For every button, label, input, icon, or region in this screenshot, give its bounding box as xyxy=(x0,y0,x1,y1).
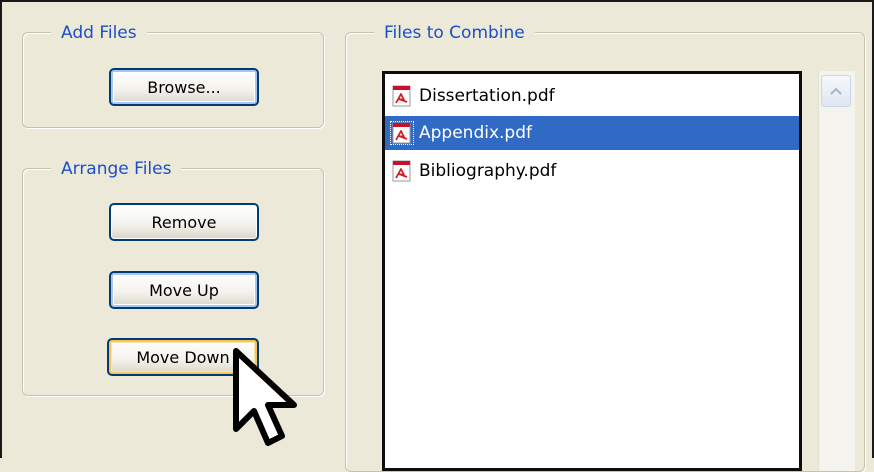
browse-button[interactable]: Browse... xyxy=(109,68,259,106)
list-item-appendix[interactable]: Appendix.pdf xyxy=(385,116,799,150)
arrow-cursor-icon xyxy=(233,348,297,446)
arrange-files-legend: Arrange Files xyxy=(51,156,182,182)
move-up-button[interactable]: Move Up xyxy=(109,271,259,309)
scroll-up-button[interactable] xyxy=(821,75,851,107)
files-to-combine-legend: Files to Combine xyxy=(374,20,535,46)
list-item-bibliography[interactable]: Bibliography.pdf xyxy=(385,154,799,188)
list-scrollbar[interactable] xyxy=(818,71,855,471)
files-to-combine-group: Files to Combine Dissertation.pdf Append… xyxy=(345,20,865,472)
pdf-icon xyxy=(392,85,411,107)
add-files-legend: Add Files xyxy=(51,20,147,46)
pdf-icon xyxy=(390,121,414,145)
file-list[interactable]: Dissertation.pdf Appendix.pdf Bibliograp… xyxy=(382,71,855,471)
chevron-up-icon xyxy=(830,87,842,95)
list-item-label: Dissertation.pdf xyxy=(419,86,555,106)
remove-button[interactable]: Remove xyxy=(109,203,259,241)
pdf-icon xyxy=(392,160,411,182)
add-files-group: Add Files Browse... xyxy=(22,20,324,128)
list-item-label: Bibliography.pdf xyxy=(419,161,557,181)
list-item-dissertation[interactable]: Dissertation.pdf xyxy=(385,79,799,113)
list-item-label: Appendix.pdf xyxy=(419,123,532,143)
